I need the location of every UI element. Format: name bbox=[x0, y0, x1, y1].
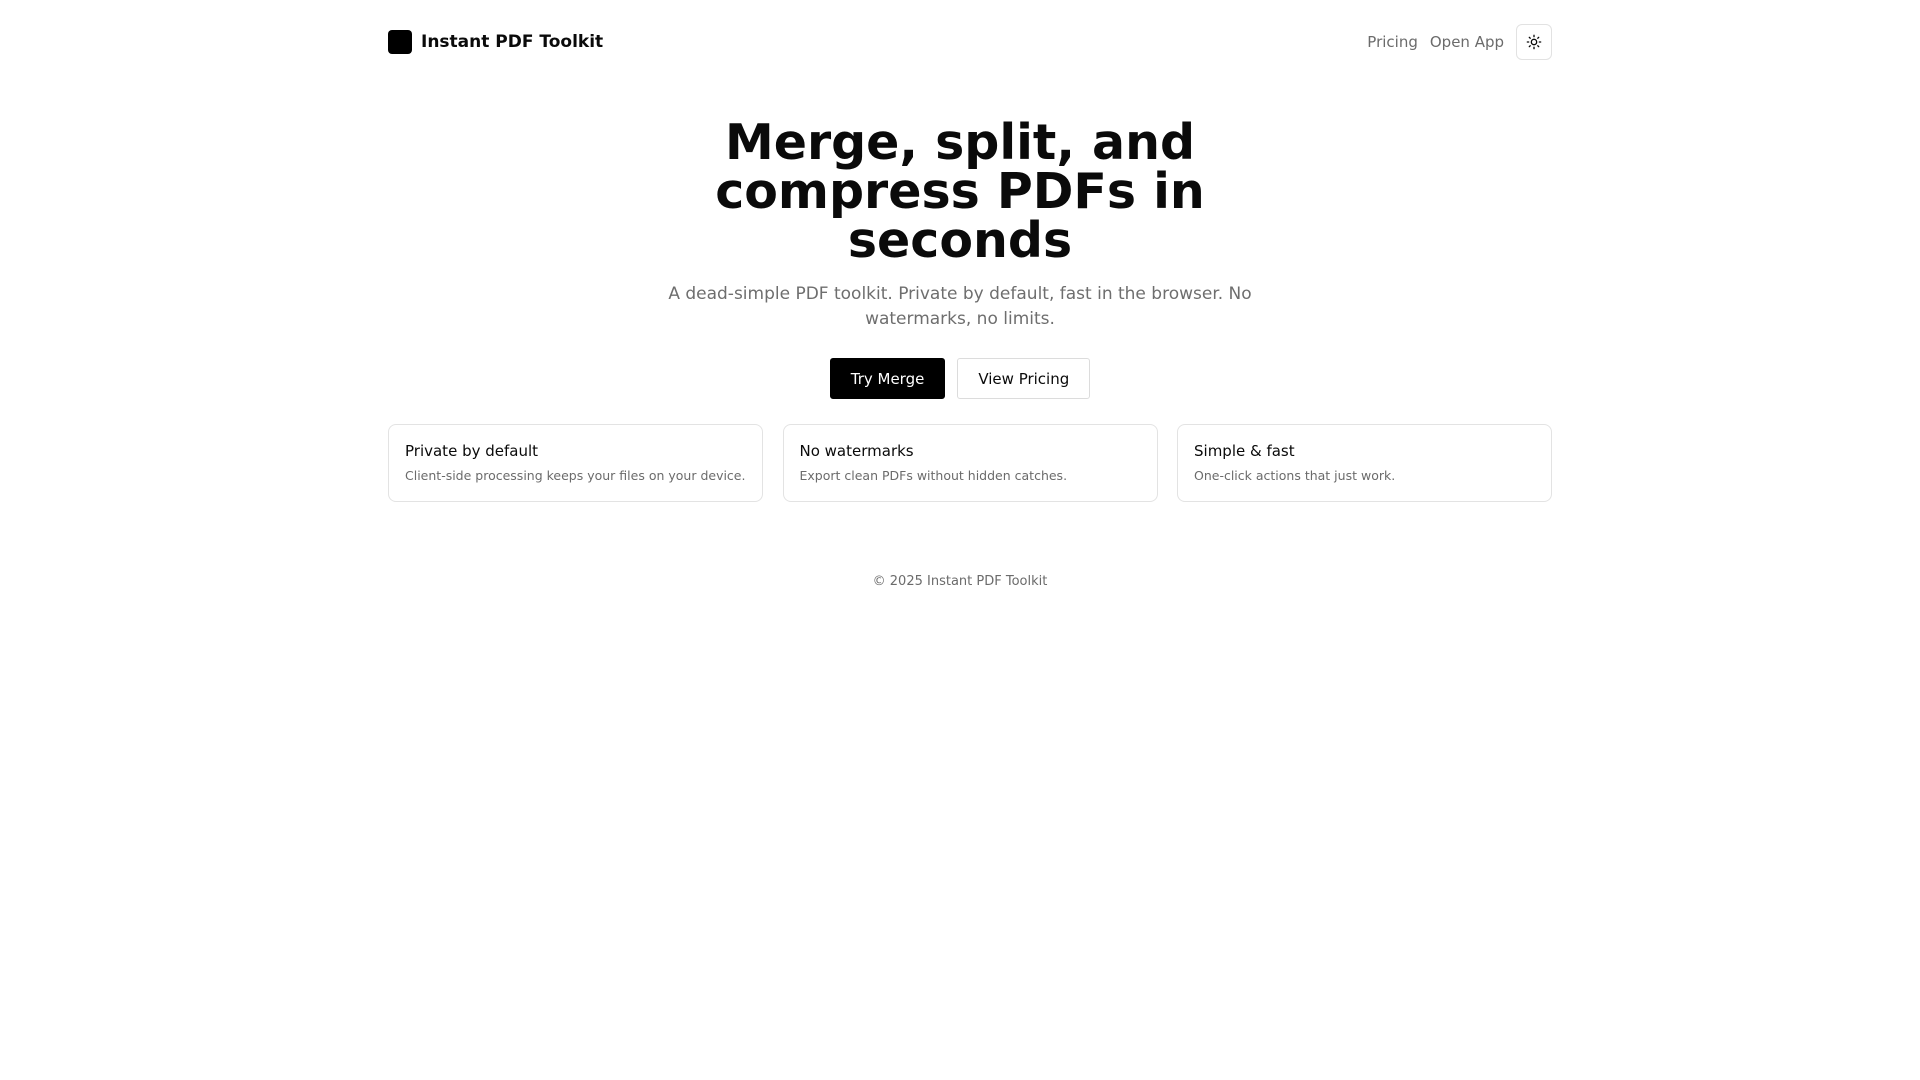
main-nav: Pricing Open App bbox=[1355, 24, 1552, 60]
feature-card-simple-fast: Simple & fast One-click actions that jus… bbox=[1177, 424, 1552, 502]
site-header: Instant PDF Toolkit Pricing Open App bbox=[388, 24, 1552, 60]
feature-card-no-watermarks: No watermarks Export clean PDFs without … bbox=[782, 424, 1158, 502]
nav-link-pricing[interactable]: Pricing bbox=[1367, 33, 1418, 51]
brand-name: Instant PDF Toolkit bbox=[421, 32, 604, 52]
try-merge-button[interactable]: Try Merge bbox=[829, 358, 946, 399]
brand-logo-icon bbox=[388, 30, 412, 54]
hero-title: Merge, split, and compress PDFs in secon… bbox=[600, 118, 1320, 265]
feature-description: Client-side processing keeps your files … bbox=[405, 468, 746, 483]
view-pricing-button[interactable]: View Pricing bbox=[957, 358, 1091, 399]
feature-title: Simple & fast bbox=[1194, 442, 1295, 460]
theme-toggle-button[interactable] bbox=[1516, 24, 1552, 60]
nav-link-open-app[interactable]: Open App bbox=[1430, 33, 1504, 51]
hero-subtitle: A dead-simple PDF toolkit. Private by de… bbox=[668, 284, 1252, 329]
site-footer: © 2025 Instant PDF Toolkit bbox=[0, 574, 1920, 589]
brand-link[interactable]: Instant PDF Toolkit bbox=[388, 30, 603, 54]
feature-title: No watermarks bbox=[799, 442, 914, 460]
features-section: Private by default Client-side processin… bbox=[388, 424, 1552, 502]
feature-card-private: Private by default Client-side processin… bbox=[388, 424, 763, 502]
sun-icon bbox=[1526, 34, 1542, 50]
hero-title-line-1: Merge, split, and bbox=[724, 114, 1196, 171]
feature-title: Private by default bbox=[405, 442, 539, 460]
hero-title-line-2: compress PDFs in seconds bbox=[715, 163, 1205, 269]
hero-actions: Try Merge View Pricing bbox=[0, 358, 1920, 399]
footer-copyright: © 2025 Instant PDF Toolkit bbox=[872, 574, 1048, 589]
page: Instant PDF Toolkit Pricing Open App Mer… bbox=[0, 0, 1920, 1080]
feature-description: One-click actions that just work. bbox=[1194, 468, 1396, 483]
feature-description: Export clean PDFs without hidden catches… bbox=[799, 468, 1068, 483]
hero-section: Merge, split, and compress PDFs in secon… bbox=[0, 118, 1920, 399]
